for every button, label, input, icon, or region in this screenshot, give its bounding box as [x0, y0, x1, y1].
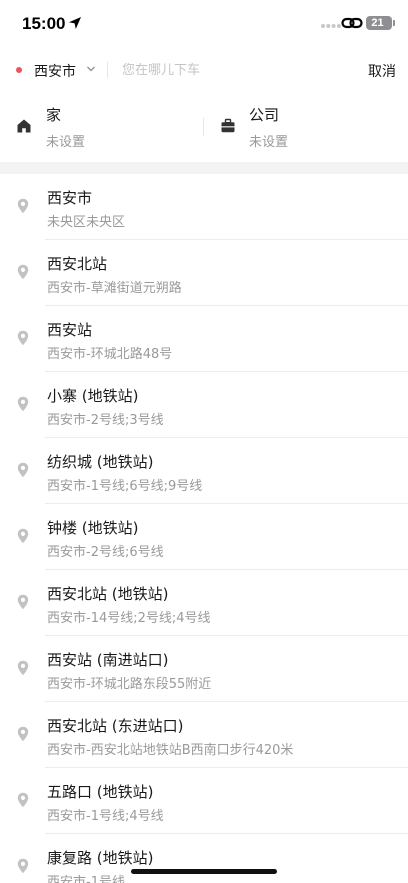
place-address: 西安市-14号线;2号线;4号线	[47, 611, 211, 626]
place-address: 西安市-草滩街道元朔路	[47, 281, 182, 296]
place-suggestion-list: 西安市 未央区未央区 西安北站 西安市-草滩街道元朔路 西安站 西安市-环城北路48号 小寨…	[0, 174, 408, 883]
place-list-item[interactable]: 小寨 (地铁站) 西安市-2号线;3号线	[0, 372, 408, 438]
place-name: 纺织城 (地铁站)	[47, 453, 154, 471]
place-name: 西安北站 (地铁站)	[47, 585, 169, 603]
location-pin-icon	[17, 396, 29, 412]
location-pin-icon	[17, 660, 29, 676]
place-name: 五路口 (地铁站)	[47, 783, 154, 801]
battery-level: 21	[371, 17, 384, 29]
saved-places-shortcuts: 家 未设置 公司 未设置	[0, 96, 408, 158]
search-bar: 西安市 取消	[0, 52, 408, 88]
place-name: 西安站 (南进站口)	[47, 651, 169, 669]
place-list-item[interactable]: 纺织城 (地铁站) 西安市-1号线;6号线;9号线	[0, 438, 408, 504]
place-name: 康复路 (地铁站)	[47, 849, 154, 867]
company-status: 未设置	[249, 135, 289, 150]
location-pin-icon	[17, 330, 29, 346]
place-name: 西安北站	[47, 255, 108, 273]
location-pin-icon	[17, 594, 29, 610]
place-address: 西安市-环城北路东段55附近	[47, 677, 212, 692]
place-name: 钟楼 (地铁站)	[47, 519, 139, 537]
home-status: 未设置	[46, 135, 86, 150]
place-list-item[interactable]: 西安北站 (东进站口) 西安市-西安北站地铁站B西南口步行420米	[0, 702, 408, 768]
place-list-item[interactable]: 西安市 未央区未央区	[0, 174, 408, 240]
home-icon	[17, 119, 31, 133]
cancel-button[interactable]: 取消	[368, 61, 396, 81]
place-address: 西安市-1号线;6号线;9号线	[47, 479, 203, 494]
place-name: 西安北站 (东进站口)	[47, 717, 184, 735]
location-pin-icon	[17, 528, 29, 544]
company-title: 公司	[249, 106, 280, 124]
place-list-item[interactable]: 钟楼 (地铁站) 西安市-2号线;6号线	[0, 504, 408, 570]
place-address: 西安市-1号线;4号线	[47, 809, 164, 824]
city-selector[interactable]: 西安市	[34, 61, 76, 81]
city-indicator-dot	[16, 67, 22, 73]
place-list-item[interactable]: 康复路 (地铁站) 西安市-1号线	[0, 834, 408, 883]
place-address: 西安市-西安北站地铁站B西南口步行420米	[47, 743, 294, 758]
status-bar: 15:00 21	[0, 0, 408, 48]
place-address: 未央区未央区	[47, 215, 126, 230]
place-list-item[interactable]: 西安站西安市-环城北路48号	[0, 306, 408, 372]
place-address: 西安市-1号线	[47, 875, 125, 883]
section-divider	[0, 162, 408, 174]
place-name: 西安站	[47, 321, 93, 339]
place-list-item[interactable]: 西安北站西安市-草滩街道元朔路	[0, 240, 408, 306]
personal-hotspot-icon	[341, 17, 363, 29]
home-indicator[interactable]	[131, 869, 277, 874]
location-pin-icon	[17, 858, 29, 874]
location-pin-icon	[17, 726, 29, 742]
location-arrow-icon	[69, 17, 81, 29]
place-address: 西安市-环城北路48号	[47, 347, 173, 362]
company-shortcut[interactable]: 公司 未设置	[204, 96, 394, 158]
place-address: 西安市-2号线;6号线	[47, 545, 164, 560]
status-time: 15:00	[22, 14, 66, 33]
home-title: 家	[46, 106, 62, 124]
cellular-signal-icon	[321, 24, 341, 28]
chevron-down-icon[interactable]	[86, 65, 96, 73]
place-list-item[interactable]: 西安站 (南进站口) 西安市-环城北路东段55附近	[0, 636, 408, 702]
location-pin-icon	[17, 792, 29, 808]
place-list-item[interactable]: 五路口 (地铁站) 西安市-1号线;4号线	[0, 768, 408, 834]
location-pin-icon	[17, 264, 29, 280]
briefcase-icon	[221, 118, 235, 133]
home-shortcut[interactable]: 家 未设置	[0, 96, 190, 158]
battery-icon: 21	[366, 16, 395, 30]
place-name: 小寨 (地铁站)	[47, 387, 139, 405]
location-pin-icon	[17, 198, 29, 214]
location-pin-icon	[17, 462, 29, 478]
destination-search-input[interactable]	[122, 58, 342, 82]
place-name: 西安市	[47, 189, 93, 207]
search-divider	[107, 62, 108, 78]
place-list-item[interactable]: 西安北站 (地铁站) 西安市-14号线;2号线;4号线	[0, 570, 408, 636]
place-address: 西安市-2号线;3号线	[47, 413, 164, 428]
